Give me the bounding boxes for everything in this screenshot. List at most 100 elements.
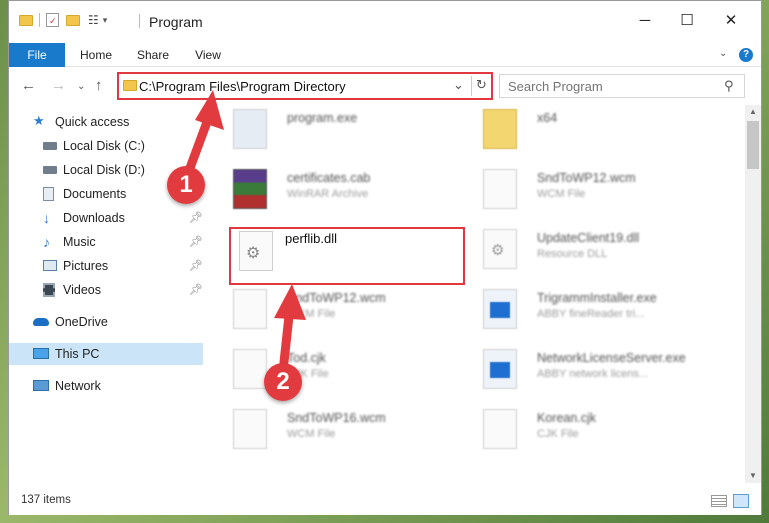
scroll-thumb[interactable]: [747, 121, 759, 169]
scroll-up-icon[interactable]: ▲: [745, 105, 761, 119]
title-divider: [139, 14, 140, 28]
expand-ribbon-icon[interactable]: ⌄: [719, 48, 727, 59]
scroll-down-icon[interactable]: ▼: [745, 469, 761, 483]
list-item[interactable]: Tod.cjk CJK File: [215, 341, 455, 397]
forward-arrow-icon[interactable]: →: [51, 77, 66, 94]
search-icon[interactable]: ⚲: [724, 78, 734, 94]
downloads-icon: ↓: [43, 210, 50, 226]
list-item[interactable]: program.exe: [215, 105, 455, 157]
file-icon: [233, 289, 267, 329]
file-type: WCM File: [287, 428, 336, 440]
list-item[interactable]: NetworkLicenseServer.exe ABBY network li…: [465, 341, 705, 397]
chevron-down-icon[interactable]: ▾: [103, 15, 108, 26]
callout-1: 1: [167, 166, 205, 204]
tab-home[interactable]: Home: [71, 43, 121, 67]
tab-file[interactable]: File: [9, 43, 65, 67]
search-input[interactable]: [500, 75, 720, 97]
recent-locations-icon[interactable]: ⌄: [77, 81, 85, 92]
new-folder-icon[interactable]: [66, 14, 80, 26]
sidebar-item-downloads[interactable]: ↓ Downloads 📌︎: [9, 207, 203, 229]
sidebar-item-label: Pictures: [63, 259, 109, 273]
up-arrow-icon[interactable]: ↑: [95, 77, 103, 94]
large-icons-view-icon[interactable]: [733, 494, 749, 508]
toolbar-divider: [39, 13, 40, 27]
list-item[interactable]: SndToWP16.wcm WCM File: [215, 401, 455, 457]
address-bar[interactable]: C:\Program Files\Program Directory ⌄ ↻: [117, 72, 493, 100]
minimize-button[interactable]: ─: [629, 9, 661, 33]
list-item[interactable]: x64: [465, 105, 705, 157]
sidebar-item-pictures[interactable]: Pictures 📌︎: [9, 255, 203, 277]
close-button[interactable]: ✕: [715, 9, 747, 33]
file-name: TrigrammInstaller.exe: [537, 291, 657, 305]
sidebar-item-label: Documents: [63, 187, 127, 201]
videos-icon: [43, 283, 55, 297]
chevron-down-icon[interactable]: ⌄: [453, 77, 464, 93]
sidebar-item-label: Local Disk (D:): [63, 163, 145, 177]
sidebar-item-music[interactable]: ♪ Music 📌︎: [9, 231, 203, 253]
list-item[interactable]: ⚙ UpdateClient19.dll Resource DLL: [465, 221, 705, 277]
window-title: Program: [149, 14, 203, 30]
customize-icon[interactable]: ☷: [88, 13, 99, 27]
sidebar-item-local-disk-c[interactable]: Local Disk (C:): [9, 135, 203, 157]
refresh-icon[interactable]: ↻: [476, 77, 487, 93]
network-icon: [33, 380, 49, 391]
vertical-scrollbar[interactable]: ▲ ▼: [745, 105, 761, 483]
search-box[interactable]: ⚲: [499, 74, 745, 98]
file-highlight: [229, 227, 465, 285]
sidebar-item-network[interactable]: Network: [9, 375, 203, 397]
details-view-icon[interactable]: [711, 495, 727, 507]
pin-icon[interactable]: 📌︎: [189, 207, 203, 229]
dll-file-icon: ⚙: [483, 229, 517, 269]
sidebar-item-label: Videos: [63, 283, 101, 297]
folder-icon[interactable]: [19, 14, 33, 26]
sidebar-item-this-pc[interactable]: This PC: [9, 343, 203, 365]
sidebar-item-label: OneDrive: [55, 315, 108, 329]
tab-view[interactable]: View: [185, 43, 231, 67]
callout-2: 2: [264, 363, 302, 401]
ribbon-tabs: File Home Share View ⌄ ?: [9, 43, 761, 67]
list-item[interactable]: Korean.cjk CJK File: [465, 401, 705, 457]
address-divider: [471, 76, 472, 96]
file-icon: [233, 349, 267, 389]
pin-icon[interactable]: 📌︎: [189, 255, 203, 277]
installer-badge: [490, 362, 510, 378]
file-name: SndToWP12.wcm: [287, 291, 386, 305]
documents-icon: [43, 187, 54, 201]
sidebar-item-label: This PC: [55, 347, 100, 361]
star-icon: ★: [33, 113, 45, 128]
sidebar-item-videos[interactable]: Videos 📌︎: [9, 279, 203, 301]
sidebar-item-quick-access[interactable]: ★ Quick access: [9, 111, 203, 133]
file-type: WCM File: [287, 308, 336, 320]
folder-icon: [123, 80, 137, 91]
sidebar-item-onedrive[interactable]: OneDrive: [9, 311, 203, 333]
maximize-button[interactable]: ☐: [671, 9, 703, 33]
file-type: CJK File: [537, 428, 579, 440]
file-icon: [483, 409, 517, 449]
pin-icon[interactable]: 📌︎: [189, 279, 203, 301]
back-arrow-icon[interactable]: ←: [21, 77, 36, 94]
sidebar-item-label: Network: [55, 379, 101, 393]
help-icon[interactable]: ?: [739, 48, 753, 62]
pin-icon[interactable]: 📌︎: [189, 231, 203, 253]
list-item[interactable]: SndToWP12.wcm WCM File: [465, 161, 705, 217]
tab-share[interactable]: Share: [129, 43, 177, 67]
properties-icon[interactable]: ✓: [46, 13, 59, 27]
exe-file-icon: [233, 109, 267, 149]
file-explorer-window: ✓ ☷ ▾ Program ─ ☐ ✕ File Home Share View…: [8, 0, 762, 515]
installer-file-icon: [483, 289, 517, 329]
list-item[interactable]: certificates.cab WinRAR Archive: [215, 161, 455, 217]
file-icon: [233, 409, 267, 449]
sidebar-item-label: Local Disk (C:): [63, 139, 145, 153]
status-bar: 137 items: [9, 487, 761, 515]
file-type: ABBY fineReader tri...: [537, 308, 645, 320]
list-item[interactable]: SndToWP12.wcm WCM File: [215, 281, 455, 337]
quick-access-toolbar: ✓ ☷ ▾: [19, 13, 107, 27]
list-item[interactable]: TrigrammInstaller.exe ABBY fineReader tr…: [465, 281, 705, 337]
sidebar-item-label: Music: [63, 235, 96, 249]
music-icon: ♪: [43, 234, 50, 250]
installer-badge: [490, 302, 510, 318]
drive-icon: [43, 166, 57, 174]
file-icon: [483, 169, 517, 209]
file-name: UpdateClient19.dll: [537, 231, 640, 245]
cloud-icon: [33, 318, 49, 326]
